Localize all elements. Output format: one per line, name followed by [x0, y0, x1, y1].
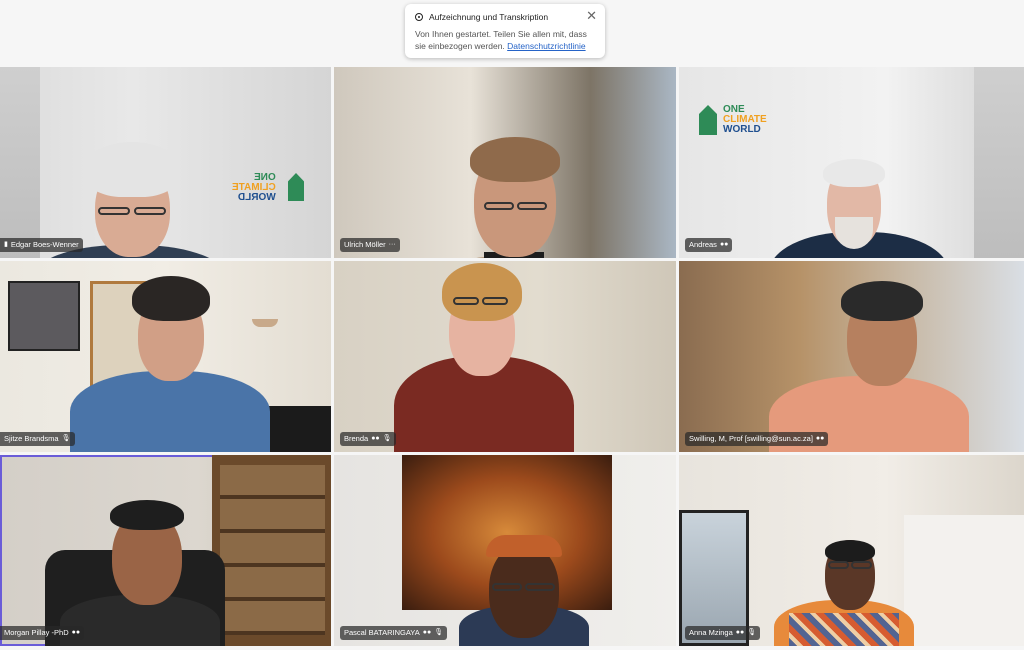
video-tile-sjitze[interactable]: Sjitze Brandsma 🎙︎ [0, 261, 331, 452]
participant-label: Andreas ●● [685, 238, 733, 252]
signal-icon: ▮ [4, 241, 8, 248]
participant-label: ▮ Edgar Boes-Wenner [0, 238, 83, 252]
people-icon: ●● [815, 435, 825, 442]
participant-label: Brenda ●● 🎙︎ [340, 432, 396, 446]
one-climate-world-logo: ONE CLIMATE WORLD [232, 172, 276, 203]
privacy-policy-link[interactable]: Datenschutzrichtlinie [507, 41, 585, 51]
video-tile-andreas[interactable]: ONE CLIMATE WORLD Andreas ●● [679, 67, 1024, 258]
mic-muted-icon: 🎙︎ [434, 629, 444, 636]
people-icon: ●● [719, 241, 729, 248]
notification-body: Von Ihnen gestartet. Teilen Sie allen mi… [415, 29, 587, 51]
participant-label: Ulrich Möller ··· [340, 238, 400, 252]
participant-label: Swilling, M, Prof [swilling@sun.ac.za] ●… [685, 432, 829, 446]
participant-label: Anna Mzinga ●● 🎙︎ [685, 626, 761, 640]
recording-notification: Aufzeichnung und Transkription ✕ Von Ihn… [405, 4, 605, 58]
one-climate-world-logo: ONE CLIMATE WORLD [723, 104, 767, 135]
video-tile-anna[interactable]: Anna Mzinga ●● 🎙︎ [679, 455, 1024, 646]
mic-muted-icon: 🎙︎ [382, 435, 392, 442]
people-icon: ●● [371, 435, 380, 442]
video-tile-pascal[interactable]: Pascal BATARINGAYA ●● 🎙︎ [334, 455, 676, 646]
participant-label: Pascal BATARINGAYA ●● 🎙︎ [340, 626, 448, 640]
participant-label: Sjitze Brandsma 🎙︎ [0, 432, 75, 446]
video-tile-swilling[interactable]: Swilling, M, Prof [swilling@sun.ac.za] ●… [679, 261, 1024, 452]
people-icon: ●● [422, 629, 432, 636]
people-icon: ●● [71, 629, 81, 636]
notification-title: Aufzeichnung und Transkription [429, 12, 549, 22]
video-tile-edgar[interactable]: ONE CLIMATE WORLD ▮ Edgar Boes-Wenner [0, 67, 331, 258]
video-tile-morgan[interactable]: Morgan Pillay -PhD ●● [0, 455, 331, 646]
record-icon [415, 13, 423, 21]
people-icon: ●● [735, 629, 745, 636]
video-tile-brenda[interactable]: Brenda ●● 🎙︎ [334, 261, 676, 452]
video-tile-ulrich[interactable]: Ulrich Möller ··· [334, 67, 676, 258]
close-icon[interactable]: ✕ [586, 9, 597, 22]
mic-muted-icon: 🎙︎ [61, 435, 71, 442]
more-icon[interactable]: ··· [389, 238, 396, 252]
participant-label: Morgan Pillay -PhD ●● [0, 626, 85, 640]
mic-muted-icon: 🎙︎ [747, 629, 757, 636]
